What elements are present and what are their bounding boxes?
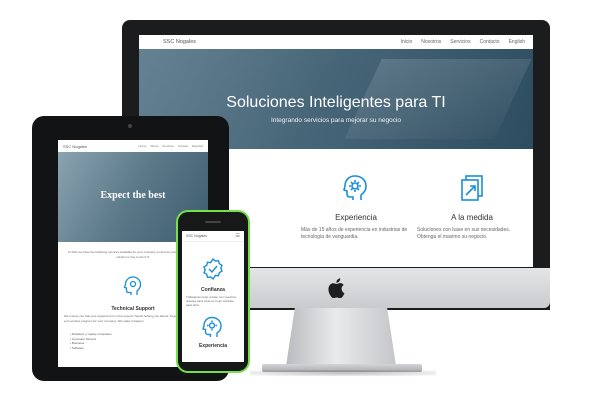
hamburger-icon[interactable]: ☰ [236, 233, 240, 239]
iphone-speaker [205, 221, 221, 223]
feature-text-a-la-medida: Soluciones con base en sus necesidades. … [417, 227, 511, 240]
feature-title-experiencia: Experiencia [335, 213, 377, 222]
badge-check-icon [203, 257, 223, 281]
support-headset-icon [123, 276, 142, 295]
phone-section1-text: Trabajamos bajo a base con nuestros clie… [186, 295, 237, 308]
head-gear-icon [343, 175, 367, 200]
phone-screen: SSC Nogales ☰ Confianza Trabajamos bajo … [182, 231, 244, 362]
tablet-services-list: • Desktops y Laptop computers • Computer… [70, 332, 112, 350]
desktop-navbar: SSC Nogales Inicio Nosotros Servicios Co… [139, 35, 533, 49]
phone-section1-title: Confianza [201, 287, 225, 293]
feature-experiencia: Experiencia Más de 15 años de experienci… [301, 149, 411, 241]
nav-nosotros[interactable]: Nosotros [421, 39, 441, 45]
tablet-menu: Home About Services Contact Español [138, 144, 203, 148]
tablet-brand[interactable]: SSC Nogales [63, 144, 87, 149]
phone-navbar: SSC Nogales ☰ [182, 231, 244, 242]
phone-section2-title: Experiencia [198, 343, 228, 349]
hero-title: Soluciones Inteligentes para TI [226, 94, 446, 111]
custom-document-icon [461, 175, 483, 201]
feature-title-a-la-medida: A la medida [451, 213, 493, 222]
nav-servicios[interactable]: Servicios [450, 39, 470, 45]
feature-a-la-medida: A la medida Soluciones con base en sus n… [417, 149, 527, 241]
desktop-menu: Inicio Nosotros Servicios Contacto Engli… [401, 39, 525, 45]
phone-brand[interactable]: SSC Nogales [186, 234, 207, 238]
desktop-brand[interactable]: SSC Nogales [163, 39, 196, 45]
ipad-camera [128, 124, 132, 128]
list-item: • Software [70, 345, 84, 350]
feature-text-experiencia: Más de 15 años de experiencia en industr… [301, 227, 408, 240]
tablet-nav-about[interactable]: About [150, 144, 158, 148]
tablet-nav-contact[interactable]: Contact [178, 144, 188, 148]
nav-english[interactable]: English [509, 39, 525, 45]
imac-shadow [250, 370, 436, 376]
tablet-nav-home[interactable]: Home [138, 144, 146, 148]
imac-stand [286, 308, 396, 366]
tablet-nav-espanol[interactable]: Español [192, 144, 203, 148]
tablet-nav-services[interactable]: Services [162, 144, 174, 148]
nav-inicio[interactable]: Inicio [401, 39, 413, 45]
tablet-hero-title: Expect the best [100, 190, 166, 201]
tablet-navbar: SSC Nogales Home About Services Contact … [58, 140, 208, 152]
head-gear-icon [202, 316, 222, 337]
nav-contacto[interactable]: Contacto [480, 39, 500, 45]
apple-logo-icon [328, 278, 345, 298]
